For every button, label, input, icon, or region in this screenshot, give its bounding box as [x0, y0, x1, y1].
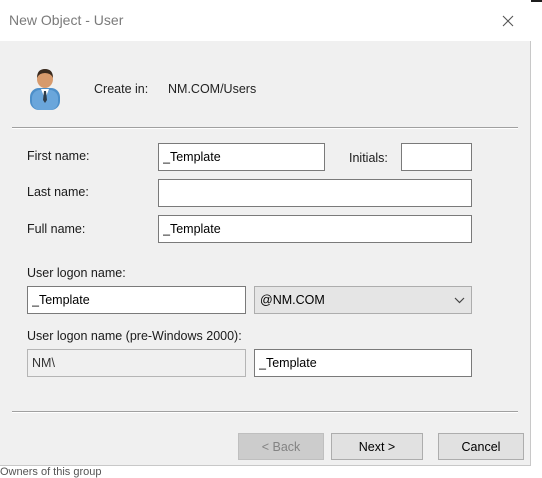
create-in-path: NM.COM/Users: [168, 82, 257, 96]
first-name-input[interactable]: [158, 143, 325, 171]
dialog-title: New Object - User: [9, 12, 124, 28]
new-user-dialog: New Object - User Create in: NM.COM/User…: [0, 0, 531, 466]
initials-label: Initials:: [349, 151, 388, 165]
logon-name-label: User logon name:: [27, 266, 126, 280]
next-button[interactable]: Next >: [331, 433, 423, 460]
close-icon: [502, 15, 514, 26]
pre2000-logon-input[interactable]: [254, 349, 472, 377]
full-name-label: Full name:: [27, 222, 86, 236]
full-name-input[interactable]: [158, 215, 472, 243]
background-window-text: Owners of this group: [0, 466, 102, 478]
title-bar: New Object - User: [0, 0, 531, 41]
domain-dropdown-value: @NM.COM: [260, 293, 325, 307]
logon-name-input[interactable]: [27, 286, 246, 314]
first-name-label: First name:: [27, 149, 90, 163]
domain-dropdown[interactable]: @NM.COM: [254, 286, 472, 314]
create-in-label: Create in:: [94, 82, 149, 96]
last-name-input[interactable]: [158, 179, 472, 207]
back-button[interactable]: < Back: [238, 433, 324, 460]
chevron-down-icon: [454, 297, 465, 304]
separator-bottom: [12, 411, 518, 413]
initials-input[interactable]: [401, 143, 472, 171]
pre2000-logon-label: User logon name (pre-Windows 2000):: [27, 329, 242, 343]
pre2000-domain-prefix: [27, 349, 246, 377]
close-button[interactable]: [485, 0, 531, 41]
separator-top: [12, 127, 518, 129]
last-name-label: Last name:: [27, 185, 89, 199]
user-icon: [30, 69, 60, 110]
cancel-button[interactable]: Cancel: [438, 433, 524, 460]
